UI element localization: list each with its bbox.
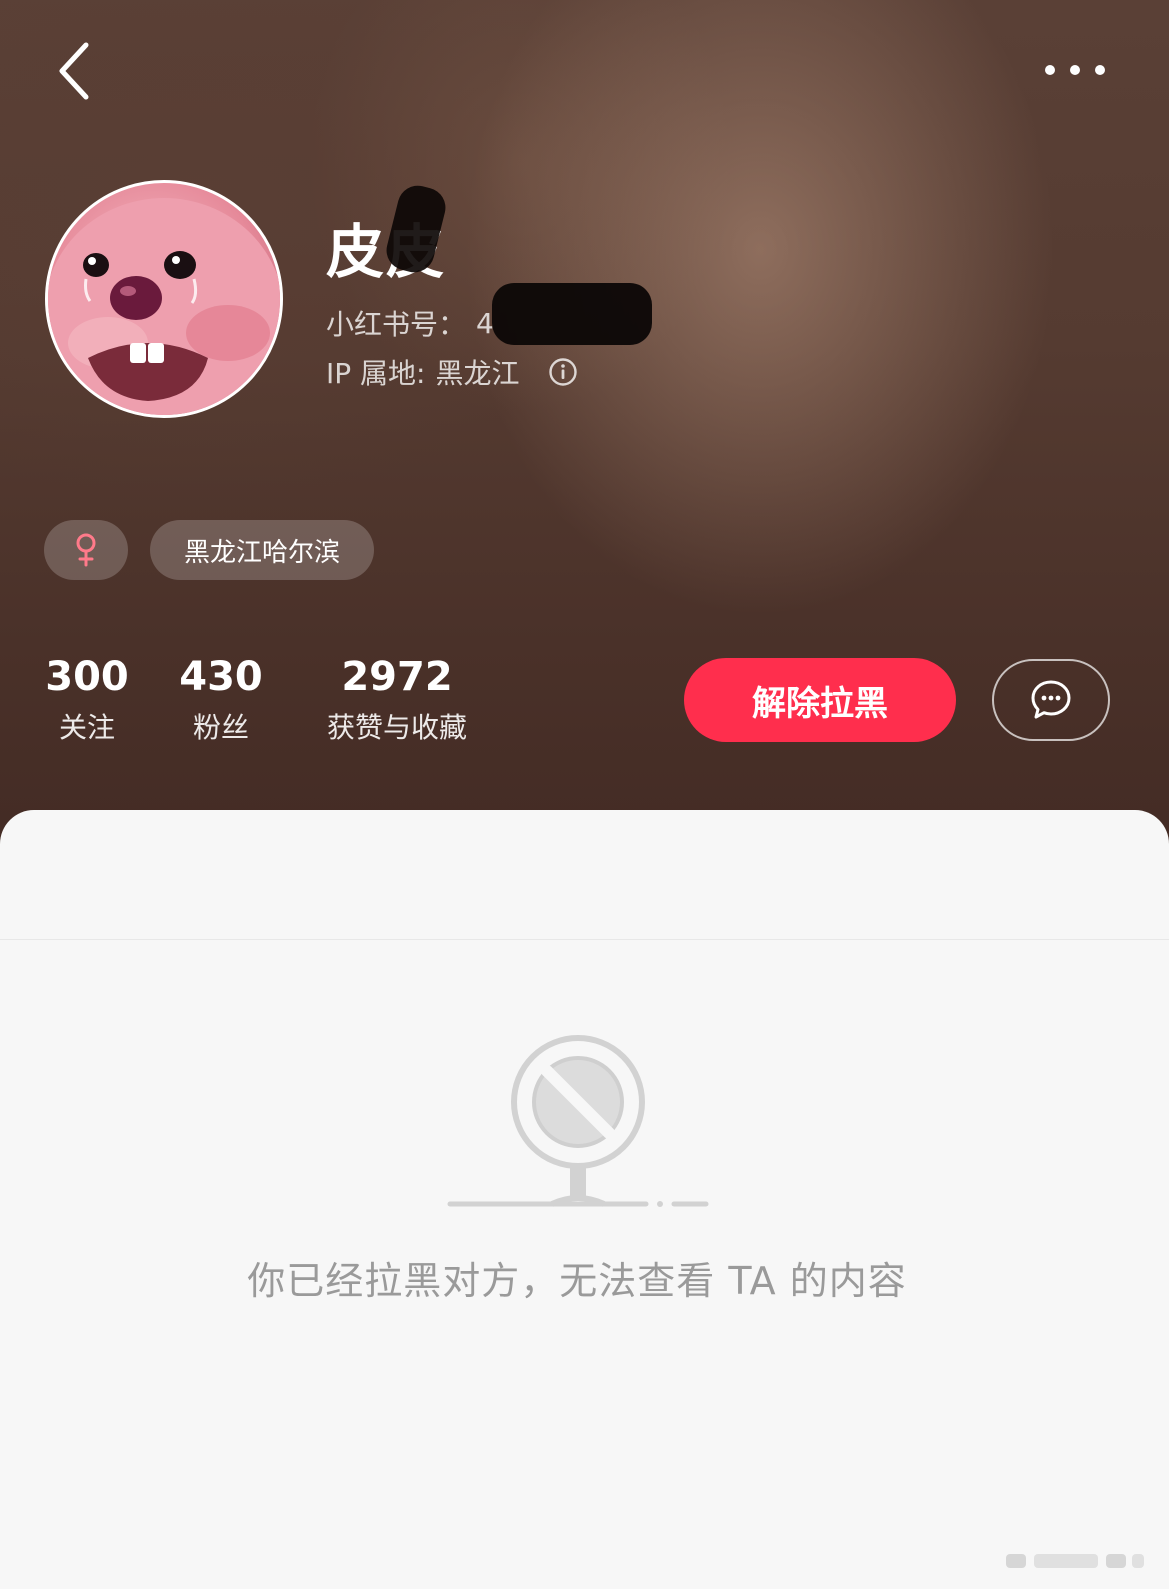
home-indicator xyxy=(1006,1554,1144,1568)
back-button[interactable] xyxy=(44,36,104,106)
profile-id-line: 小红书号： 4 xyxy=(326,303,494,343)
fans-count: 430 xyxy=(179,654,263,700)
avatar-image xyxy=(48,198,280,415)
more-button[interactable] xyxy=(1030,48,1120,92)
profile-ip-value: 黑龙江 xyxy=(435,357,520,390)
message-button[interactable] xyxy=(992,659,1110,741)
blocked-sign-icon xyxy=(447,1035,709,1207)
region-tag: 黑龙江哈尔滨 xyxy=(150,520,374,580)
profile-ip-label: IP 属地: xyxy=(326,357,426,390)
tab-strip xyxy=(0,810,1169,940)
redaction-mark xyxy=(492,283,652,345)
info-icon[interactable] xyxy=(548,357,578,387)
likes-label: 获赞与收藏 xyxy=(326,711,467,744)
stat-following[interactable]: 300 关注 xyxy=(44,650,130,748)
profile-id-label: 小红书号： xyxy=(326,308,467,341)
chevron-left-icon xyxy=(59,42,89,100)
chat-bubble-icon xyxy=(1031,680,1071,719)
stat-likes-collects[interactable]: 2972 获赞与收藏 xyxy=(312,650,482,748)
following-count: 300 xyxy=(45,654,129,700)
female-icon xyxy=(76,533,96,567)
fans-label: 粉丝 xyxy=(192,711,249,744)
unblock-button[interactable]: 解除拉黑 xyxy=(684,658,956,742)
profile-ip-line: IP 属地: 黑龙江 xyxy=(326,352,578,392)
gender-tag xyxy=(44,520,128,580)
avatar[interactable] xyxy=(45,180,283,418)
stat-fans[interactable]: 430 粉丝 xyxy=(178,650,264,748)
likes-count: 2972 xyxy=(341,654,453,700)
blocked-message: 你已经拉黑对方，无法查看 TA 的内容 xyxy=(247,1259,907,1303)
profile-header-background xyxy=(0,0,1169,860)
more-horizontal-icon xyxy=(1045,65,1105,75)
following-label: 关注 xyxy=(58,711,115,744)
content-panel: 你已经拉黑对方，无法查看 TA 的内容 xyxy=(0,810,1169,1589)
